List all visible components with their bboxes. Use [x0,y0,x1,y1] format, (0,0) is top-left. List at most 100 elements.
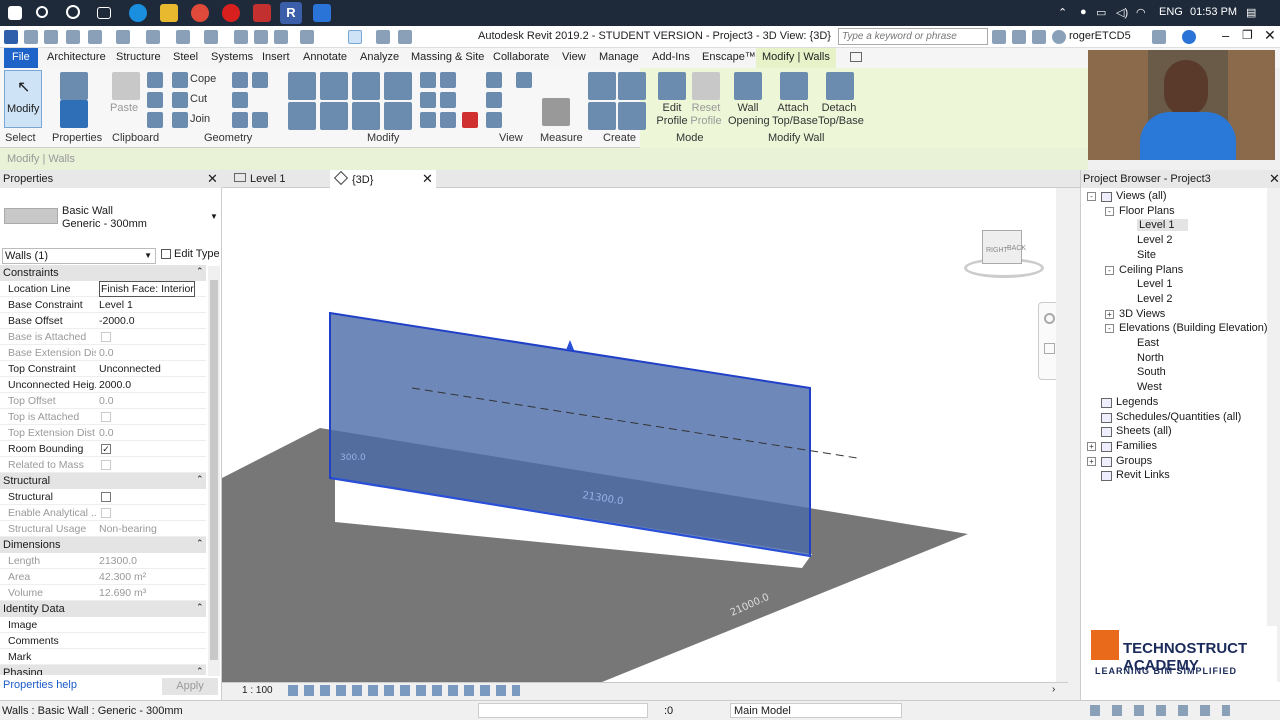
minimize-button[interactable]: – [1222,28,1229,43]
property-row[interactable]: Length 21300.0 [0,553,206,569]
modify-button[interactable]: ↖ Modify [4,70,42,128]
property-group-header[interactable]: Identity Data [0,601,206,617]
user-icon[interactable] [1052,30,1066,44]
browser-item[interactable]: Groups [1116,455,1152,467]
unpin-icon[interactable] [440,112,456,128]
chevron-up-icon[interactable]: ⌃ [1058,6,1067,19]
tag-icon[interactable] [254,30,268,44]
property-group-header[interactable]: Constraints [0,265,206,281]
property-row[interactable]: Base Extension Dis...0.0 [0,345,206,361]
type-properties-icon[interactable] [60,100,88,128]
property-row[interactable]: Comments [0,633,206,649]
close-project-browser-icon[interactable]: ✕ [1269,171,1280,187]
paste-label[interactable]: Paste [110,102,138,115]
sync-icon[interactable] [88,30,102,44]
create-similar-icon[interactable] [618,102,646,130]
tab-view[interactable]: View [562,48,586,68]
close-view-tab-icon[interactable]: ✕ [422,171,433,187]
3d-view-icon[interactable] [300,30,314,44]
mirror-axis-icon[interactable] [352,72,380,100]
scroll-right-arrow-icon[interactable]: › [1052,684,1055,695]
viewcube-box[interactable]: RIGHT BACK [982,230,1026,264]
tab-analyze[interactable]: Analyze [360,48,399,68]
property-row[interactable]: Volume 12.690 m³ [0,585,206,601]
type-name[interactable]: Generic - 300mm [62,218,147,230]
tab-annotate[interactable]: Annotate [303,48,347,68]
copy-icon[interactable] [147,92,163,108]
collapse-group-icon[interactable]: ⌃ [196,266,204,277]
view-tool-4-icon[interactable] [516,72,532,88]
properties-icon[interactable] [60,72,88,100]
pin-icon[interactable] [420,112,436,128]
close-properties-icon[interactable]: ✕ [207,171,218,187]
language-indicator[interactable]: ENG [1159,6,1183,18]
move-icon[interactable] [288,102,316,130]
property-row[interactable]: Enable Analytical ... [0,505,206,521]
trim-icon[interactable] [384,102,412,130]
opera-icon[interactable] [222,4,240,22]
detach-top-base-icon[interactable] [826,72,854,100]
properties-help-link[interactable]: Properties help [3,679,77,691]
microphone-icon[interactable]: ● [1080,6,1087,18]
property-checkbox[interactable]: ✓ [101,444,111,454]
view-tool-3-icon[interactable] [486,112,502,128]
save-icon[interactable] [66,30,80,44]
geometry-tool-5-icon[interactable] [252,112,268,128]
browser-item[interactable]: Schedules/Quantities (all) [1116,411,1241,423]
browser-item[interactable]: Level 2 [1137,293,1172,305]
canvas-scrollbar[interactable] [1056,188,1068,682]
property-row[interactable]: Image [0,617,206,633]
new-icon[interactable] [44,30,58,44]
close-hidden-icon[interactable] [376,30,390,44]
thin-lines-icon[interactable] [348,30,362,44]
property-value[interactable]: Level 1 [99,299,195,311]
file-explorer-icon[interactable] [160,4,178,22]
apply-button[interactable]: Apply [162,678,218,695]
star-icon[interactable] [1032,30,1046,44]
collapse-group-icon[interactable]: ⌃ [196,474,204,485]
undo-icon[interactable] [116,30,130,44]
browser-item[interactable]: Legends [1116,396,1158,408]
property-row[interactable]: Location Line Finish Face: Interior [0,281,206,297]
close-button[interactable]: ✕ [1264,27,1276,44]
subscription-icon[interactable] [1012,30,1026,44]
cope-label[interactable]: Cope [190,73,216,86]
property-row[interactable]: Related to Mass [0,457,206,473]
edit-profile-icon[interactable] [658,72,686,100]
rotate-icon[interactable] [352,102,380,130]
geometry-tool-3-icon[interactable] [232,112,248,128]
property-row[interactable]: Base is Attached [0,329,206,345]
property-group-header[interactable]: Phasing [0,665,206,675]
user-name[interactable]: rogerETCD5 [1069,30,1131,42]
tab-structure[interactable]: Structure [116,48,161,68]
edit-type-button[interactable]: Edit Type [174,248,220,260]
app-icon[interactable] [253,4,271,22]
zoom-icon[interactable] [313,4,331,22]
redo-icon[interactable] [146,30,160,44]
browser-item[interactable]: Sheets (all) [1116,425,1172,437]
create-group-icon[interactable] [588,102,616,130]
tab-add-ins[interactable]: Add-Ins [652,48,690,68]
property-group-header[interactable]: Dimensions [0,537,206,553]
match-type-icon[interactable] [147,112,163,128]
properties-scrollbar[interactable] [208,266,220,676]
expand-node-icon[interactable]: + [1105,309,1114,319]
property-checkbox[interactable] [101,492,111,502]
help-icon[interactable] [1182,30,1196,44]
revit-app-icon[interactable] [4,30,18,44]
attach-top-base-label[interactable]: Attach Top/Base [772,102,818,128]
tab-massing-site[interactable]: Massing & Site [411,48,484,68]
restore-button[interactable]: ❐ [1242,28,1253,42]
open-icon[interactable] [24,30,38,44]
wall-flip-control[interactable] [566,340,574,350]
measure-icon[interactable] [204,30,218,44]
selection-options-icons[interactable] [1090,705,1230,716]
browser-scrollbar[interactable] [1267,188,1280,682]
cart-icon[interactable] [1152,30,1166,44]
expand-node-icon[interactable]: + [1087,441,1096,451]
viewcube-right-face[interactable]: RIGHT [986,247,1008,254]
view-controls-strip[interactable] [288,685,520,696]
browser-item[interactable]: 3D Views [1119,308,1165,320]
collapse-group-icon[interactable]: ⌃ [196,666,204,675]
view-tab-3d[interactable]: {3D} ✕ [330,170,436,188]
